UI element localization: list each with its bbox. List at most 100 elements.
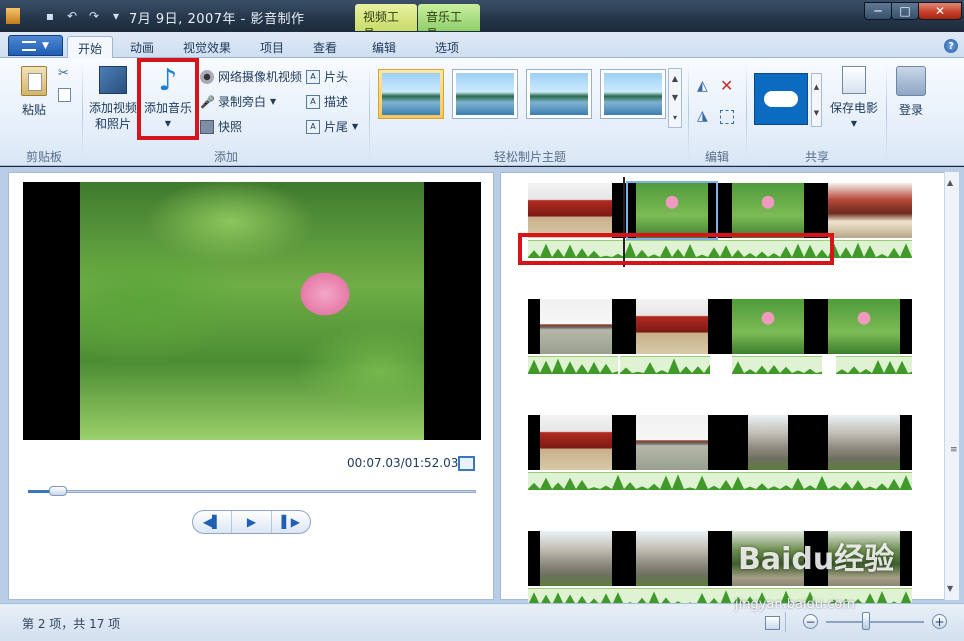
fullscreen-icon[interactable] (458, 456, 475, 471)
scroll-thumb[interactable]: ≡ (947, 290, 958, 630)
storyboard-clip[interactable] (732, 299, 804, 354)
storyboard-clip[interactable] (828, 183, 912, 238)
context-tab-video-tools: 视频工具 (355, 4, 417, 41)
play-button[interactable]: ▶ (232, 511, 272, 533)
title-button[interactable]: A 片头 (306, 68, 348, 85)
zoom-in-button[interactable]: + (932, 614, 947, 629)
rotate-left-icon[interactable]: ◭ (697, 78, 708, 94)
clip-transition-black (708, 415, 748, 470)
storyboard-clip[interactable] (828, 415, 900, 470)
tab-edit[interactable]: 编辑 (357, 36, 411, 58)
microphone-icon: 🎤 (200, 94, 215, 109)
storyboard-clip[interactable] (540, 531, 612, 586)
storyboard-view-icon[interactable] (765, 616, 780, 630)
share-gallery-scroll[interactable]: ▲ ▼ (811, 73, 822, 127)
undo-icon[interactable]: ↶ (64, 8, 80, 24)
group-label-editing: 编辑 (704, 150, 729, 164)
theme-thumbnail[interactable] (378, 69, 444, 119)
webcam-video-button[interactable]: 网络摄像机视频 (200, 68, 302, 85)
storyboard-scrollbar[interactable]: ▲ ≡ ▼ (944, 172, 959, 600)
paste-button[interactable]: 粘贴 (14, 66, 54, 118)
onedrive-share-button[interactable] (754, 73, 808, 125)
transport-controls: ◀▌ ▶ ▌▶ (192, 510, 311, 534)
save-movie-label: 保存电影 (829, 101, 878, 115)
more-icon: ▾ (672, 112, 677, 122)
copy-icon[interactable] (58, 88, 71, 102)
save-icon[interactable]: ▪ (42, 8, 58, 24)
storyboard-clip[interactable] (828, 299, 900, 354)
storyboard-clip[interactable] (540, 299, 612, 354)
add-videos-photos-label-2: 和照片 (94, 117, 131, 131)
record-narration-button[interactable]: 🎤 录制旁白 ▼ (200, 93, 276, 110)
storyboard-clip[interactable] (636, 531, 708, 586)
remove-icon[interactable]: ✕ (720, 76, 733, 95)
title-icon: A (306, 69, 320, 84)
snapshot-label: 快照 (218, 120, 243, 134)
snapshot-icon (200, 119, 214, 134)
credits-button[interactable]: A 片尾 ▼ (306, 118, 358, 135)
storyboard-clip[interactable] (732, 183, 804, 238)
tab-options[interactable]: 选项 (420, 36, 474, 58)
music-waveform[interactable] (528, 472, 912, 490)
sign-in-button[interactable]: 登录 (893, 66, 929, 118)
storyboard-clip[interactable] (540, 415, 612, 470)
previous-frame-button[interactable]: ◀▌ (193, 511, 233, 533)
chevron-down-icon: ▼ (947, 584, 954, 593)
clip-transition-black (900, 415, 912, 470)
group-separator (746, 64, 747, 160)
add-videos-photos-button[interactable]: 添加视频 和照片 (88, 66, 138, 132)
app-menu-button[interactable]: ▼ (8, 35, 63, 56)
music-waveform[interactable] (732, 356, 822, 374)
minimize-button[interactable]: ─ (864, 2, 892, 20)
storyboard-clip[interactable] (528, 183, 612, 238)
seek-thumb[interactable] (49, 486, 67, 496)
chevron-up-icon: ▲ (813, 83, 820, 91)
theme-thumbnail[interactable] (600, 69, 666, 119)
music-waveform[interactable] (620, 356, 710, 374)
zoom-out-button[interactable]: − (803, 614, 818, 629)
redo-icon[interactable]: ↷ (86, 8, 102, 24)
music-waveform[interactable] (528, 356, 618, 374)
tab-home[interactable]: 开始 (67, 36, 113, 59)
cloud-icon (764, 91, 798, 107)
group-separator (688, 64, 689, 160)
clip-transition-black (708, 531, 732, 586)
clip-transition-black (528, 299, 540, 354)
tab-animations[interactable]: 动画 (120, 36, 164, 58)
group-label-themes: 轻松制片主题 (493, 150, 566, 164)
help-icon[interactable]: ? (944, 39, 958, 53)
cut-icon[interactable]: ✂ (58, 66, 69, 81)
storyboard-clip[interactable] (636, 299, 708, 354)
chevron-down-icon: ▼ (671, 93, 679, 103)
customize-qat-icon[interactable]: ▾ (108, 8, 124, 24)
tab-visual-effects[interactable]: 视觉效果 (172, 36, 242, 58)
zoom-slider-thumb[interactable] (862, 612, 870, 630)
theme-thumbnail[interactable] (526, 69, 592, 119)
webcam-icon (200, 69, 214, 84)
zoom-slider-track[interactable] (826, 621, 924, 623)
snapshot-button[interactable]: 快照 (200, 118, 242, 135)
window-title: 7月 9日, 2007年 - 影音制作 (129, 12, 305, 27)
storyboard-clip[interactable] (748, 415, 788, 470)
rotate-right-icon[interactable]: ◮ (697, 108, 708, 124)
theme-thumbnail[interactable] (452, 69, 518, 119)
storyboard-clip[interactable] (636, 415, 708, 470)
clip-transition-black (612, 415, 636, 470)
group-label-add: 添加 (213, 150, 238, 164)
add-videos-photos-label-1: 添加视频 (88, 101, 137, 115)
select-all-icon[interactable] (720, 110, 734, 124)
chevron-down-icon: ▼ (850, 119, 858, 128)
caption-button[interactable]: A 描述 (306, 93, 348, 110)
tab-view[interactable]: 查看 (302, 36, 348, 58)
seek-bar[interactable] (28, 490, 476, 493)
themes-gallery-scroll[interactable]: ▲ ▼ ▾ (668, 68, 682, 128)
maximize-button[interactable]: □ (891, 2, 919, 20)
save-movie-button[interactable]: 保存电影 ▼ (826, 66, 882, 132)
clip-transition-black (900, 299, 912, 354)
app-icon[interactable] (6, 8, 20, 24)
next-frame-button[interactable]: ▌▶ (272, 511, 310, 533)
music-waveform[interactable] (836, 356, 912, 374)
tab-project[interactable]: 项目 (250, 36, 294, 58)
title-bar: ▪ ↶ ↷ ▾ 7月 9日, 2007年 - 影音制作 视频工具 音乐工具 ─ … (0, 0, 964, 41)
close-button[interactable]: ✕ (918, 2, 962, 20)
